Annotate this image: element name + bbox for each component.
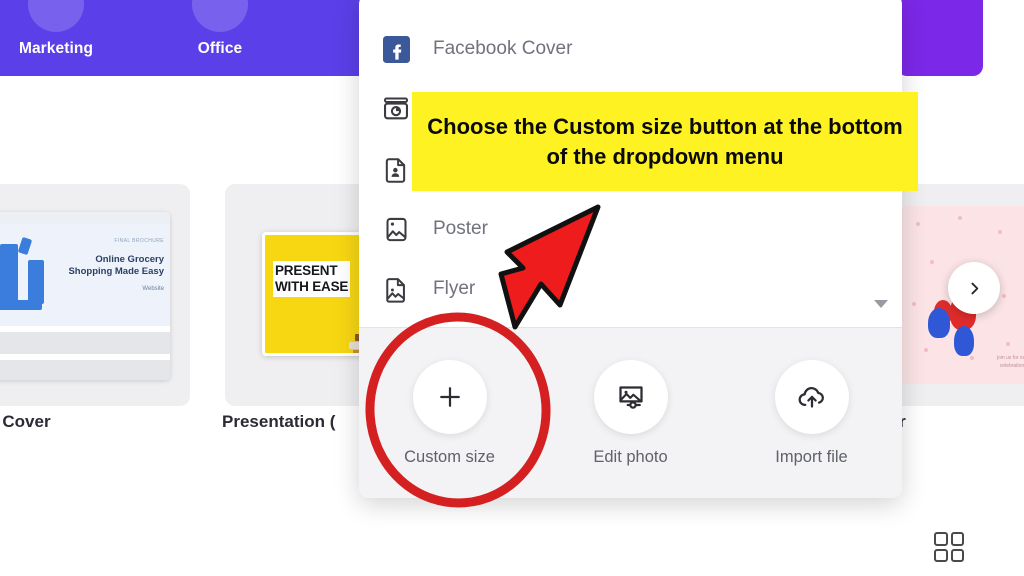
dropdown-footer: Custom size Edit photo Import file — [359, 328, 902, 498]
thumbnail-kicker: FINAL BROCHURE — [114, 238, 164, 244]
custom-size-button[interactable]: Custom size — [375, 360, 525, 467]
dropdown-item-label: Flyer — [433, 278, 476, 299]
dropdown-item-flyer[interactable]: Flyer — [359, 260, 902, 318]
thumbnail-title: Online Grocery Shopping Made Easy — [68, 254, 164, 277]
circle-icon — [381, 0, 411, 4]
dropdown-item-partial[interactable] — [359, 0, 902, 18]
custom-size-label: Custom size — [404, 448, 495, 466]
dropdown-item-poster[interactable]: Poster — [359, 200, 902, 258]
template-thumbnail: FINAL BROCHURE Online Grocery Shopping Ma… — [0, 212, 170, 380]
edit-photo-circle — [593, 360, 668, 434]
edit-photo-button[interactable]: Edit photo — [556, 360, 706, 467]
instruction-callout: Choose the Custom size button at the bot… — [412, 92, 918, 191]
photo-collage-icon — [381, 94, 411, 124]
chevron-right-icon — [970, 282, 978, 294]
category-item-office[interactable]: Office — [160, 0, 280, 58]
import-file-label: Import file — [775, 448, 848, 466]
resume-icon — [381, 154, 411, 184]
thumbnail-subtitle: Website — [142, 286, 164, 292]
flyer-icon — [381, 274, 411, 304]
cloud-upload-icon — [798, 387, 824, 408]
template-card-label: Presentation ( — [222, 412, 336, 431]
chevron-down-icon[interactable] — [874, 300, 888, 308]
category-label: Office — [197, 40, 243, 57]
plus-icon — [439, 387, 460, 407]
edit-photo-label: Edit photo — [593, 448, 668, 466]
custom-size-circle — [412, 360, 487, 434]
image-edit-icon — [618, 386, 643, 409]
poster-icon — [381, 214, 411, 244]
category-tile[interactable] — [897, 0, 983, 76]
dropdown-item-label: Facebook Cover — [433, 38, 573, 59]
category-circle-icon — [192, 0, 248, 32]
design-type-dropdown: Facebook Cover Poster Flyer Custom size … — [359, 0, 902, 498]
grid-cell — [934, 548, 948, 562]
instruction-callout-text: Choose the Custom size button at the bot… — [427, 113, 903, 169]
template-card[interactable]: FINAL BROCHURE Online Grocery Shopping Ma… — [0, 184, 190, 406]
category-circle-icon — [28, 0, 84, 32]
grid-cell — [950, 532, 964, 546]
carousel-next-button[interactable] — [948, 262, 1000, 314]
grid-cell — [934, 532, 948, 546]
grid-view-icon[interactable] — [934, 532, 964, 562]
grid-cell — [950, 548, 964, 562]
category-item-marketing[interactable]: Marketing — [0, 0, 116, 58]
dropdown-item-label: Poster — [433, 218, 488, 239]
template-card-label: t Cover — [0, 412, 51, 431]
import-file-circle — [774, 360, 849, 434]
import-file-button[interactable]: Import file — [737, 360, 887, 467]
dropdown-item-facebook-cover[interactable]: Facebook Cover — [359, 20, 902, 78]
screenshot-stage: Marketing Office FINAL BROCHURE Online G… — [0, 0, 1024, 576]
category-label: Marketing — [18, 40, 94, 57]
facebook-icon — [381, 34, 411, 64]
